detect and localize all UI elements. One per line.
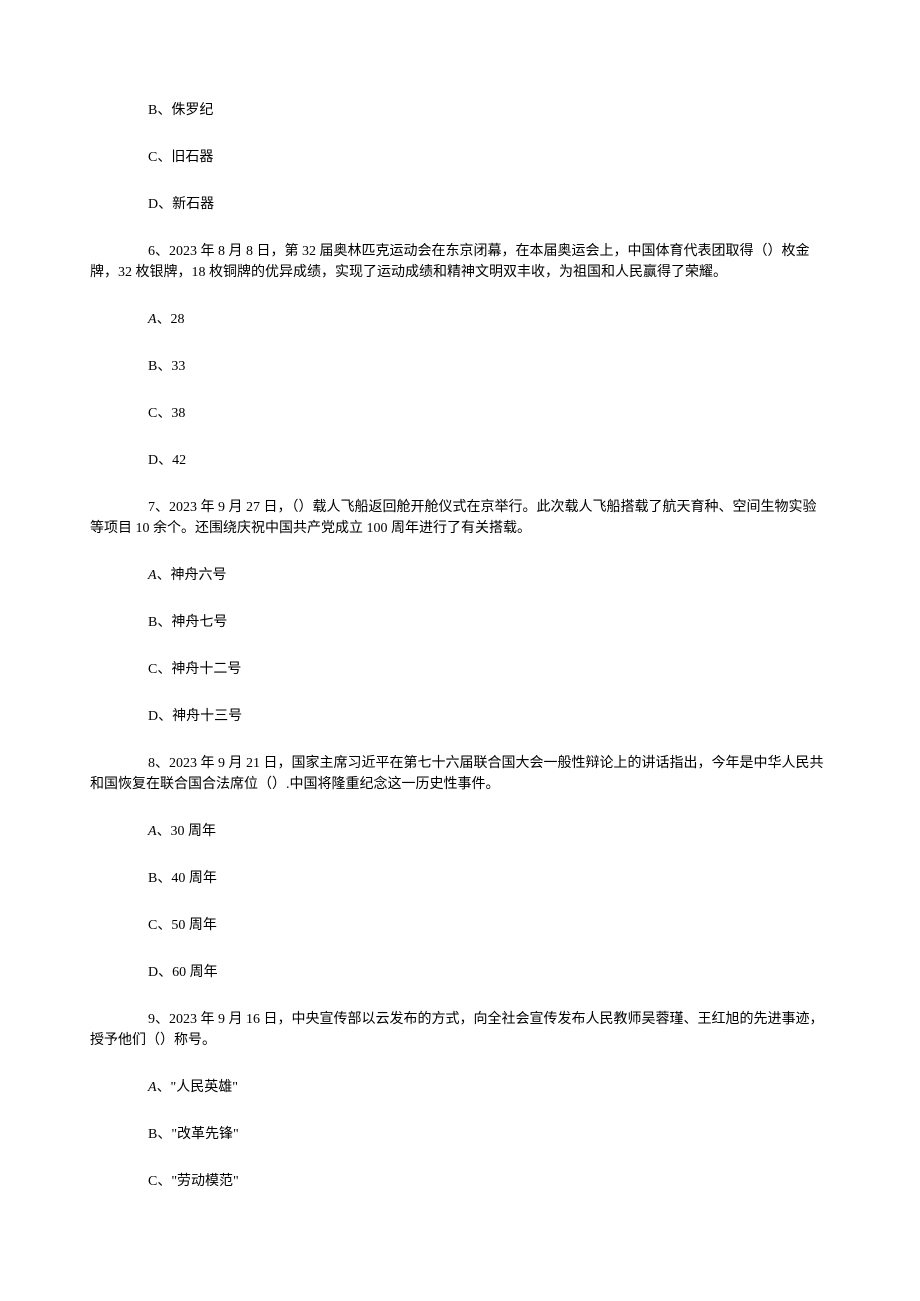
q9-option-b: B、"改革先锋" bbox=[90, 1124, 830, 1145]
q7-option-c: C、神舟十二号 bbox=[90, 659, 830, 680]
q5-option-d: D、新石器 bbox=[90, 194, 830, 215]
q8-a-prefix: A bbox=[148, 824, 157, 839]
q6-option-b: B、33 bbox=[90, 356, 830, 377]
q8-option-c: C、50 周年 bbox=[90, 915, 830, 936]
q9-a-rest: 、"人民英雄" bbox=[157, 1080, 238, 1095]
q9-text: 9、2023 年 9 月 16 日，中央宣传部以云发布的方式，向全社会宣传发布人… bbox=[90, 1009, 830, 1051]
q5-option-c: C、旧石器 bbox=[90, 147, 830, 168]
q5-option-b: B、侏罗纪 bbox=[90, 100, 830, 121]
q9-option-a: A、"人民英雄" bbox=[90, 1077, 830, 1098]
q7-option-a: A、神舟六号 bbox=[90, 565, 830, 586]
q7-option-d: D、神舟十三号 bbox=[90, 706, 830, 727]
q7-option-b: B、神舟七号 bbox=[90, 612, 830, 633]
q8-option-a: A、30 周年 bbox=[90, 821, 830, 842]
q7-a-rest: 、神舟六号 bbox=[157, 568, 227, 583]
q7-a-prefix: A bbox=[148, 568, 157, 583]
q8-a-rest: 、30 周年 bbox=[157, 824, 217, 839]
q6-option-d: D、42 bbox=[90, 450, 830, 471]
q9-a-prefix: A bbox=[148, 1080, 157, 1095]
q6-a-prefix: A bbox=[148, 312, 157, 327]
q8-option-d: D、60 周年 bbox=[90, 962, 830, 983]
q8-option-b: B、40 周年 bbox=[90, 868, 830, 889]
q8-text: 8、2023 年 9 月 21 日，国家主席习近平在第七十六届联合国大会一般性辩… bbox=[90, 753, 830, 795]
q6-text: 6、2023 年 8 月 8 日，第 32 届奥林匹克运动会在东京闭幕，在本届奥… bbox=[90, 241, 830, 283]
q6-option-a: A、28 bbox=[90, 309, 830, 330]
q7-text: 7、2023 年 9 月 27 日，（）载人飞船返回舱开舱仪式在京举行。此次载人… bbox=[90, 497, 830, 539]
q6-option-c: C、38 bbox=[90, 403, 830, 424]
q9-option-c: C、"劳动模范" bbox=[90, 1171, 830, 1192]
q6-a-rest: 、28 bbox=[157, 312, 185, 327]
